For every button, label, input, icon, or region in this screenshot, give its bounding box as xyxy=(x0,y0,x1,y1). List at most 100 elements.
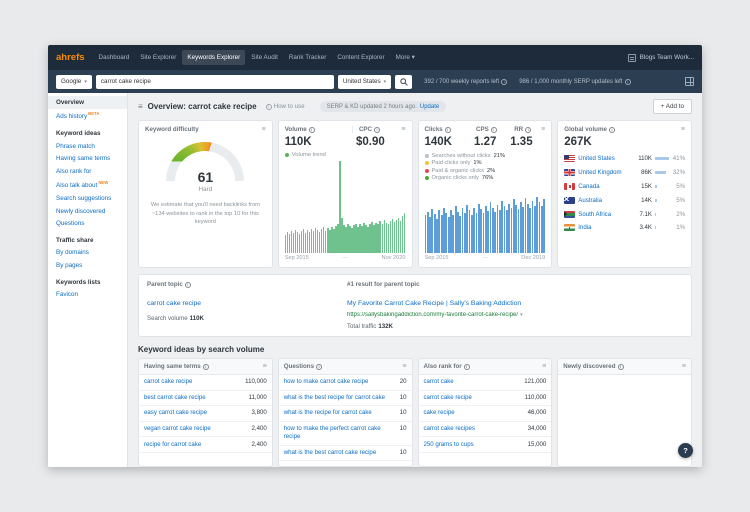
info-icon[interactable] xyxy=(463,363,470,370)
country-select[interactable]: United States xyxy=(337,74,392,89)
sidebar-item-overview[interactable]: Overview xyxy=(48,96,127,109)
ahrefs-logo[interactable]: ahrefs xyxy=(56,52,85,63)
card-menu-icon[interactable] xyxy=(542,363,546,370)
info-icon[interactable] xyxy=(624,78,631,85)
keyword-link[interactable]: carrot cake recipe xyxy=(424,394,472,402)
cpc-label: CPC xyxy=(351,126,399,133)
info-icon[interactable] xyxy=(444,126,451,133)
keyword-row: 250 grams to cups 15,000 xyxy=(418,437,552,453)
card-menu-icon[interactable] xyxy=(263,363,267,370)
keyword-search-input[interactable] xyxy=(95,74,334,89)
add-to-button[interactable]: + Add to xyxy=(652,99,692,114)
nav-item-content-explorer[interactable]: Content Explorer xyxy=(332,50,389,65)
also-rank-for-column: Also rank for carrot cake 121,000 xyxy=(417,358,553,467)
help-button[interactable]: ? xyxy=(678,443,693,458)
nav-item-rank-tracker[interactable]: Rank Tracker xyxy=(284,50,331,65)
info-icon[interactable] xyxy=(308,126,315,133)
sidebar-item-by-domains[interactable]: By domains xyxy=(48,247,127,260)
sidebar-item-phrase-match[interactable]: Phrase match xyxy=(48,140,127,153)
clicks-value: 140K xyxy=(424,136,453,148)
keyword-link[interactable]: easy carrot cake recipe xyxy=(144,409,207,417)
flag-icon xyxy=(564,155,576,163)
column-title: Having same terms xyxy=(144,363,201,370)
nav-item-dashboard[interactable]: Dashboard xyxy=(94,50,135,65)
keyword-link[interactable]: cake recipe xyxy=(424,409,455,417)
keyword-link[interactable]: carrot cake xyxy=(424,378,454,386)
search-button[interactable] xyxy=(395,74,413,89)
keyword-link[interactable]: carrot cake recipes xyxy=(424,425,475,433)
nav-item-more[interactable]: More ▾ xyxy=(391,50,420,65)
sidebar-item-favicon[interactable]: Favicon xyxy=(48,288,127,301)
country-link[interactable]: Australia xyxy=(578,197,629,204)
keyword-link[interactable]: recipe for carrot cake xyxy=(144,441,201,449)
country-link[interactable]: India xyxy=(578,224,629,231)
country-percent: 2% xyxy=(676,210,685,218)
flag-icon xyxy=(564,169,576,177)
card-menu-icon[interactable] xyxy=(682,363,686,370)
country-link[interactable]: Canada xyxy=(578,183,629,190)
keyword-rows: carrot cake recipe 110,000 best carrot c… xyxy=(139,375,272,453)
info-icon[interactable] xyxy=(617,363,624,370)
keyword-ideas-title: Keyword ideas by search volume xyxy=(138,345,265,354)
sidebar-item-ads-history[interactable]: Ads historyBETA xyxy=(48,109,127,124)
sidebar-item-by-pages[interactable]: By pages xyxy=(48,259,127,272)
chevron-down-icon[interactable] xyxy=(520,312,523,318)
main-content: Overview: carrot cake recipe How to use … xyxy=(128,93,702,467)
sidebar-item-also-talk-about[interactable]: Also talk aboutNEW xyxy=(48,178,127,193)
volume-trend-legend: Volume trend xyxy=(284,152,406,158)
card-menu-icon[interactable] xyxy=(262,126,266,133)
info-icon[interactable] xyxy=(608,126,615,133)
how-to-use-link[interactable]: How to use xyxy=(265,103,305,110)
country-link[interactable]: United States xyxy=(578,155,629,162)
keyword-volume: 110,000 xyxy=(524,393,547,401)
keyword-link[interactable]: what is the best recipe for carrot cake xyxy=(284,394,385,402)
info-icon xyxy=(265,103,272,110)
keyword-volume: 2,400 xyxy=(251,424,267,432)
country-link[interactable]: United Kingdom xyxy=(578,169,629,176)
keyword-link[interactable]: how to make carrot cake recipe xyxy=(284,378,369,386)
card-menu-icon[interactable] xyxy=(541,126,545,133)
country-link[interactable]: South Africa xyxy=(578,211,629,218)
sidebar-item-search-suggestions[interactable]: Search suggestions xyxy=(48,192,127,205)
sidebar-item-also-rank-for[interactable]: Also rank for xyxy=(48,165,127,178)
country-row: Australia 14K 5% xyxy=(564,193,685,207)
info-icon[interactable] xyxy=(501,78,508,85)
card-menu-icon[interactable] xyxy=(402,363,406,370)
info-icon[interactable] xyxy=(184,281,191,288)
info-icon[interactable] xyxy=(490,126,497,133)
country-volume: 7.1K xyxy=(639,210,652,218)
search-volume-label: Search volume xyxy=(147,314,188,322)
card-menu-icon[interactable] xyxy=(681,126,685,133)
keyword-link[interactable]: what is the best carrot cake recipe xyxy=(284,449,376,457)
volume-label: Volume xyxy=(285,126,350,133)
info-icon[interactable] xyxy=(316,363,323,370)
info-icon[interactable] xyxy=(374,126,381,133)
legend-dot xyxy=(424,176,429,181)
sidebar-item-newly-discovered[interactable]: Newly discovered xyxy=(48,205,127,218)
top-result-title-link[interactable]: My Favorite Carrot Cake Recipe | Sally's… xyxy=(347,300,521,307)
keyword-link[interactable]: carrot cake recipe xyxy=(144,378,192,386)
info-icon[interactable] xyxy=(202,363,209,370)
parent-topic-keyword-link[interactable]: carrot cake recipe xyxy=(147,300,201,307)
nav-item-site-explorer[interactable]: Site Explorer xyxy=(135,50,181,65)
nav-item-site-audit[interactable]: Site Audit xyxy=(246,50,283,65)
update-link[interactable]: Update xyxy=(420,104,439,110)
legend-item: Organic clicks only 76% xyxy=(424,175,546,181)
keyword-row: easy carrot cake recipe 3,800 xyxy=(139,406,272,422)
search-engine-select[interactable]: Google xyxy=(56,74,92,89)
menu-icon[interactable] xyxy=(138,102,143,111)
keyword-link[interactable]: vegan carrot cake recipe xyxy=(144,425,211,433)
questions-column: Questions how to make carrot cake recipe… xyxy=(277,358,413,467)
sidebar-item-having-same-terms[interactable]: Having same terms xyxy=(48,152,127,165)
workspace-switcher[interactable]: Blogs Team Work... xyxy=(627,53,694,62)
keyword-link[interactable]: 250 grams to cups xyxy=(424,441,474,449)
keyword-link[interactable]: what is the recipe for carrot cake xyxy=(284,409,372,417)
apps-grid-icon[interactable] xyxy=(685,77,694,86)
keyword-link[interactable]: best carrot cake recipe xyxy=(144,394,206,402)
top-result-url: https://sallysbakingaddiction.com/my-fav… xyxy=(347,312,519,318)
keyword-link[interactable]: how to make the perfect carrot cake reci… xyxy=(284,425,396,441)
sidebar-item-questions[interactable]: Questions xyxy=(48,217,127,230)
nav-item-keywords-explorer[interactable]: Keywords Explorer xyxy=(182,50,246,65)
card-menu-icon[interactable] xyxy=(401,126,405,133)
info-icon[interactable] xyxy=(525,126,532,133)
